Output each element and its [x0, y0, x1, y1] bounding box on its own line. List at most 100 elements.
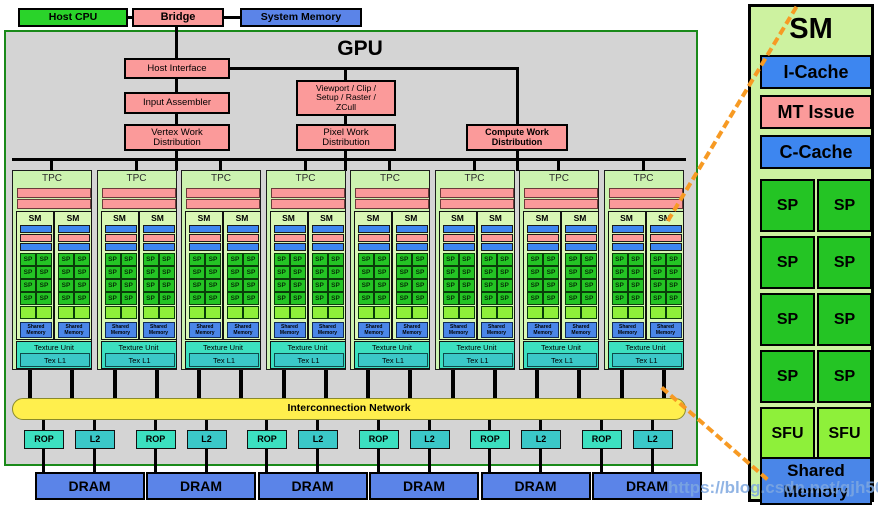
sp-core: SP — [581, 279, 597, 292]
shared-memory-line2: Memory — [279, 330, 300, 336]
wire-tpc-to-interconnect — [197, 370, 201, 399]
sfu-unit — [527, 306, 543, 319]
sm-c-cache-bar — [396, 243, 428, 251]
sp-core: SP — [36, 279, 52, 292]
shared-memory-line2: Memory — [448, 330, 469, 336]
wire-partition-to-dram — [93, 449, 96, 472]
sfu-unit — [58, 306, 74, 319]
sp-core: SP — [227, 266, 243, 279]
sp-core: SP — [273, 266, 290, 279]
sfu-unit — [327, 306, 344, 319]
rop-unit: ROP — [470, 430, 510, 449]
wire-interconnect-to-partition — [539, 420, 542, 430]
sm-c-cache-bar — [611, 243, 644, 251]
tpc-control-bar — [524, 199, 598, 209]
sp-core: SP — [496, 266, 513, 279]
sm-i-cache-bar — [442, 225, 475, 233]
wire-bus-to-tpc — [472, 160, 476, 171]
wire-bus-to-tpc — [134, 160, 138, 171]
tpc-block: TPC SM SP SP SP SP SP SP SP SP Shared Memory SM SP SP S… — [603, 170, 684, 370]
shared-memory-line2: Memory — [655, 330, 676, 336]
texture-unit-label: Texture Unit — [371, 343, 413, 352]
tpc-control-bar — [355, 188, 429, 198]
sp-core: SP — [649, 292, 666, 305]
wire-tpc-to-interconnect — [239, 370, 243, 399]
gpu-architecture-diagram: GPU Host CPU Bridge System Memory Host I… — [0, 0, 878, 507]
texture-unit-block: Texture Unit Tex L1 — [607, 341, 684, 369]
sp-core: SP — [396, 292, 412, 305]
dram-block: DRAM — [257, 472, 368, 500]
sm-c-cache-bar — [442, 243, 475, 251]
wire-hostif-compute — [516, 67, 519, 125]
sm-label: SM — [235, 213, 249, 223]
sm-block: SM SP SP SP SP SP SP SP SP Shared Memory — [54, 211, 92, 340]
tex-l1-label: Tex L1 — [189, 353, 259, 367]
sp-core: SP — [649, 279, 666, 292]
rop-unit: ROP — [247, 430, 287, 449]
shared-memory-line2: Memory — [617, 330, 638, 336]
sp-core: SP — [74, 279, 90, 292]
sm-block: SM SP SP SP SP SP SP SP SP Shared Memory — [138, 211, 177, 340]
sp-core: SP — [442, 279, 459, 292]
sp-core: SP — [142, 266, 159, 279]
sm-shared-memory: Shared Memory — [104, 322, 137, 338]
sp-core: SP — [104, 279, 121, 292]
wire-bridge-hostif — [175, 27, 178, 59]
gpu-label: GPU — [337, 37, 383, 60]
tpc-control-bar — [186, 199, 260, 209]
wire-partition-to-dram — [204, 449, 208, 472]
wire-bus-to-tpc — [50, 160, 53, 171]
sp-core: SP — [243, 253, 259, 266]
wire-partition-to-dram — [539, 449, 542, 472]
sp-core: SP — [565, 279, 581, 292]
sm-c-cache-bar — [565, 243, 597, 251]
wire-tpc-to-interconnect — [408, 370, 412, 399]
sm-c-cache-bar — [358, 243, 390, 251]
sp-core: SP — [458, 279, 475, 292]
sm-i-cache-bar — [565, 225, 597, 233]
l2-cache: L2 — [521, 430, 561, 449]
sp-core: SP — [442, 266, 459, 279]
system-memory-block: System Memory — [240, 8, 362, 27]
tpc-control-bar — [186, 188, 260, 198]
sm-c-cache-bar — [480, 243, 513, 251]
tpc-control-bar — [17, 199, 91, 209]
sm-detail-sfu-unit: SFU — [760, 407, 815, 460]
sfu-unit — [480, 306, 497, 319]
sm-shared-memory: Shared Memory — [20, 322, 52, 338]
tpc-block: TPC SM SP SP SP SP SP SP SP SP Shared Memory SM SP SP S… — [265, 170, 346, 370]
tpc-label: TPC — [549, 173, 569, 184]
sm-detail-c-cache: C-Cache — [760, 135, 872, 169]
dram-block: DRAM — [480, 472, 591, 500]
sm-label: SM — [197, 213, 211, 223]
sm-label: SM — [404, 213, 418, 223]
wire-interconnect-to-partition — [204, 420, 208, 430]
sm-mt-issue-bar — [189, 234, 221, 242]
wire-interconnect-to-partition — [316, 420, 319, 430]
sp-core: SP — [58, 279, 74, 292]
tpc-label: TPC — [295, 173, 316, 184]
sfu-unit — [273, 306, 290, 319]
sp-core: SP — [627, 292, 644, 305]
sm-i-cache-bar — [273, 225, 306, 233]
wire-tpc-to-interconnect — [577, 370, 581, 399]
sm-mt-issue-bar — [20, 234, 52, 242]
host-cpu-block: Host CPU — [18, 8, 128, 27]
sp-core: SP — [142, 279, 159, 292]
sp-core: SP — [311, 253, 328, 266]
sp-core: SP — [74, 292, 90, 305]
sp-core: SP — [358, 253, 374, 266]
sfu-unit — [396, 306, 412, 319]
sm-c-cache-bar — [527, 243, 559, 251]
sm-detail-sp-core: SP — [817, 293, 872, 346]
wire-bridge-sysmem — [223, 16, 242, 19]
sm-i-cache-bar — [142, 225, 175, 233]
sp-core: SP — [396, 279, 412, 292]
sm-detail-sfu-unit: SFU — [817, 407, 872, 460]
wire-partition-to-dram — [427, 449, 431, 472]
sfu-unit — [36, 306, 52, 319]
sfu-unit — [243, 306, 259, 319]
wire-partition-to-dram — [265, 449, 268, 472]
sm-shared-memory: Shared Memory — [358, 322, 390, 338]
vertex-wd-label: Vertex Work Distribution — [151, 126, 203, 148]
